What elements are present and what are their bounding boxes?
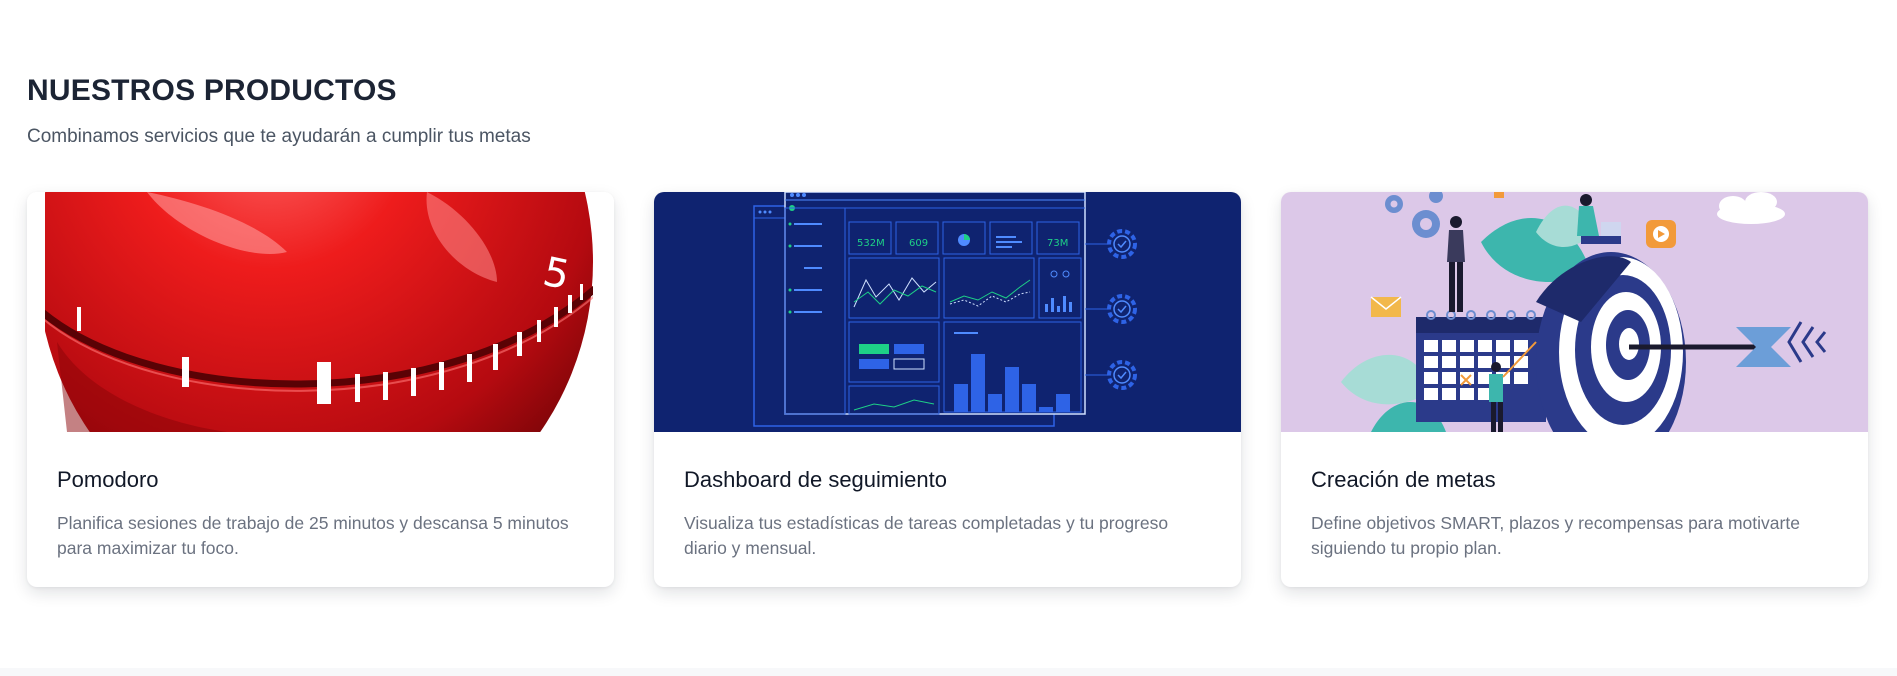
products-section: NUESTROS PRODUCTOS Combinamos servicios … (0, 0, 1897, 676)
tomato-timer-image: 5 (27, 192, 614, 432)
card-title: Creación de metas (1311, 467, 1496, 492)
card-description: Visualiza tus estadísticas de tareas com… (684, 513, 1169, 558)
card-title: Pomodoro (57, 467, 159, 492)
product-cards: 5 Pomodoro Planifica sesiones de trabajo… (27, 192, 1868, 587)
stat-label-3: 73M (1047, 238, 1068, 249)
section-title: NUESTROS PRODUCTOS (27, 74, 397, 107)
stat-label-2: 609 (909, 238, 928, 249)
product-card-goals[interactable]: Creación de metas Define objetivos SMART… (1281, 192, 1868, 587)
card-title: Dashboard de seguimiento (684, 467, 947, 492)
dashboard-illustration-image: 532M 609 73M (654, 192, 1241, 432)
card-description: Planifica sesiones de trabajo de 25 minu… (57, 513, 569, 558)
product-card-pomodoro[interactable]: 5 Pomodoro Planifica sesiones de trabajo… (27, 192, 614, 587)
stat-label-1: 532M (857, 238, 885, 249)
card-description: Define objetivos SMART, plazos y recompe… (1311, 513, 1800, 558)
product-card-dashboard[interactable]: 532M 609 73M Dashboard de seguimiento Vi… (654, 192, 1241, 587)
goal-target-illustration-image (1281, 192, 1868, 432)
section-bottom-divider (0, 668, 1897, 676)
section-subtitle: Combinamos servicios que te ayudarán a c… (27, 126, 531, 147)
